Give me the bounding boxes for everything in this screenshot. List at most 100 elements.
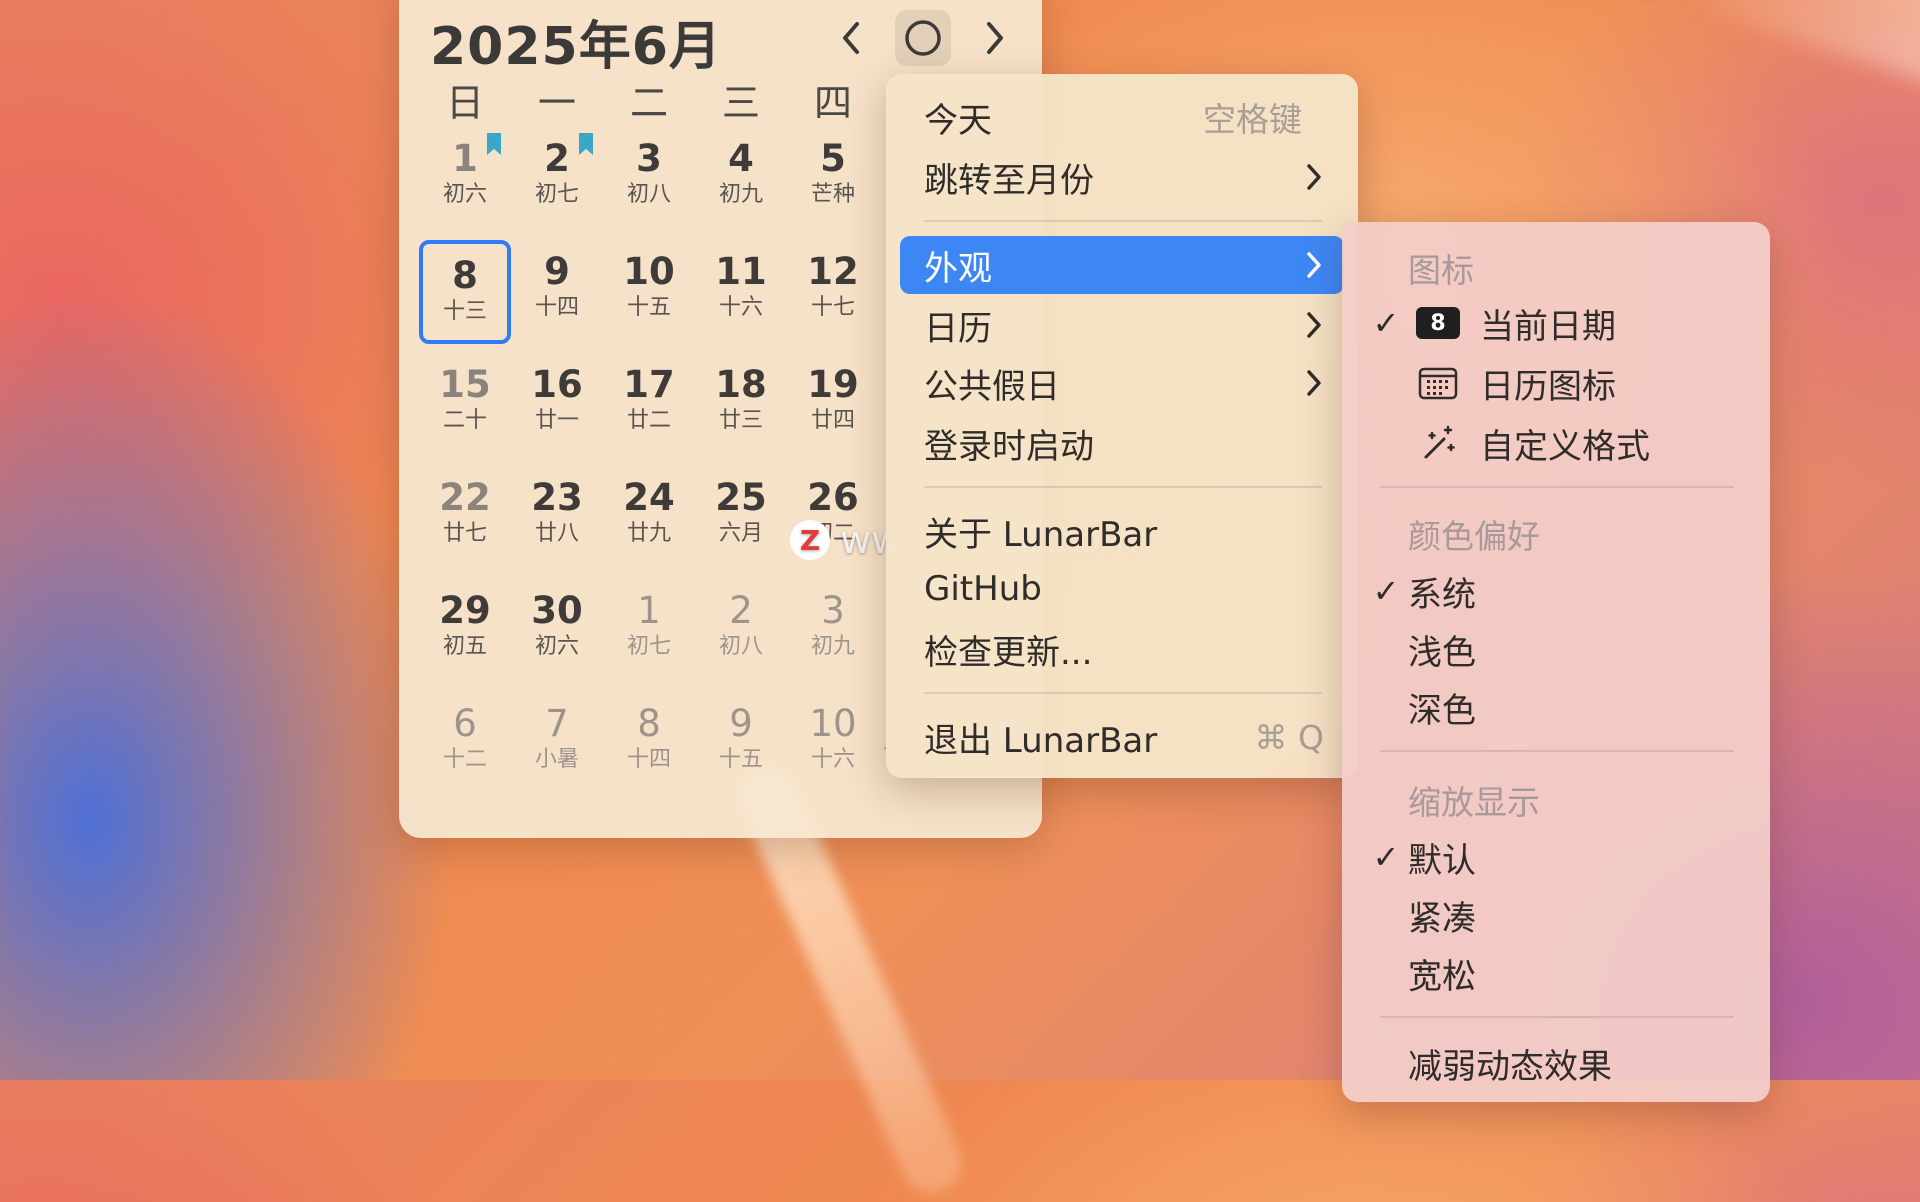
menu-item-appearance[interactable]: 外观: [900, 236, 1344, 294]
lunar-date: 十五: [718, 747, 763, 772]
section-header: 缩放显示: [1408, 783, 1540, 822]
lunar-date: 二十: [442, 408, 487, 433]
submenu-item-compact[interactable]: 紧凑: [1364, 886, 1754, 944]
day-number: 3: [636, 137, 662, 180]
menu-item-check-updates[interactable]: 检查更新...: [900, 620, 1344, 678]
chevron-right-icon: [987, 22, 1003, 54]
day-number: 7: [545, 702, 569, 745]
day-number: 25: [715, 476, 767, 519]
day-cell[interactable]: 10 十五: [603, 240, 695, 344]
weekday-label: 一: [537, 81, 576, 125]
day-number: 9: [544, 250, 570, 293]
submenu-item-label: 系统: [1408, 574, 1476, 615]
day-cell[interactable]: 3 初九: [787, 579, 879, 683]
lunar-date: 初六: [442, 182, 487, 207]
lunar-date: 初七: [626, 634, 671, 659]
submenu-item-calendar-icon[interactable]: 日历图标: [1364, 354, 1754, 412]
prev-month-button[interactable]: [823, 10, 879, 66]
day-cell-today[interactable]: 8 十三: [419, 240, 511, 344]
menu-item-calendar[interactable]: 日历: [900, 296, 1344, 354]
menu-item-label: 登录时启动: [924, 426, 1094, 467]
menu-separator: [1380, 486, 1734, 488]
lunar-date: 初五: [442, 634, 487, 659]
weekday-label: 四: [813, 81, 852, 125]
day-cell[interactable]: 2 初七: [511, 127, 603, 231]
day-cell[interactable]: 9 十四: [511, 240, 603, 344]
lunar-date: 六月: [718, 521, 763, 546]
day-cell[interactable]: 4 初九: [695, 127, 787, 231]
day-number: 5: [820, 137, 846, 180]
next-month-button[interactable]: [967, 10, 1023, 66]
day-cell[interactable]: 18 廿三: [695, 353, 787, 457]
day-cell[interactable]: 5 芒种: [787, 127, 879, 231]
day-cell[interactable]: 29 初五: [419, 579, 511, 683]
day-number: 22: [439, 476, 491, 519]
submenu-item-light[interactable]: 浅色: [1364, 620, 1754, 678]
menu-item-today[interactable]: 今天 空格键: [900, 88, 1344, 146]
day-cell[interactable]: 15 二十: [419, 353, 511, 457]
day-cell[interactable]: 1 初七: [603, 579, 695, 683]
submenu-item-default[interactable]: ✓ 默认: [1364, 828, 1754, 886]
day-cell[interactable]: 2 初八: [695, 579, 787, 683]
appearance-submenu: 图标 ✓ 8 当前日期 日历图标 自定义格式 颜色偏好 ✓ 系统 浅色 深色 缩…: [1342, 222, 1770, 1102]
day-number: 23: [531, 476, 583, 519]
day-cell[interactable]: 30 初六: [511, 579, 603, 683]
day-cell[interactable]: 25 六月: [695, 466, 787, 570]
day-cell[interactable]: 7 小暑: [511, 692, 603, 796]
lunar-date: 廿九: [626, 521, 671, 546]
day-cell[interactable]: 24 廿九: [603, 466, 695, 570]
submenu-item-loose[interactable]: 宽松: [1364, 944, 1754, 1002]
context-menu: 今天 空格键 跳转至月份 外观 日历 公共假日 登录时启动 关于 LunarBa…: [886, 74, 1358, 778]
submenu-item-system[interactable]: ✓ 系统: [1364, 562, 1754, 620]
menu-separator: [924, 220, 1322, 222]
menu-item-label: 今天: [924, 100, 992, 141]
day-cell[interactable]: 3 初八: [603, 127, 695, 231]
menu-item-launch-at-login[interactable]: 登录时启动: [900, 414, 1344, 472]
chevron-right-icon: [1307, 164, 1321, 190]
weekday-label: 三: [721, 81, 760, 125]
day-number: 19: [807, 363, 859, 406]
day-cell[interactable]: 16 廿一: [511, 353, 603, 457]
menu-item-label: 外观: [924, 248, 992, 289]
day-cell[interactable]: 8 十四: [603, 692, 695, 796]
day-cell[interactable]: 23 廿八: [511, 466, 603, 570]
menu-item-jump-month[interactable]: 跳转至月份: [900, 148, 1344, 206]
menu-item-about[interactable]: 关于 LunarBar: [900, 502, 1344, 560]
day-cell[interactable]: 12 十七: [787, 240, 879, 344]
day-number: 8: [637, 702, 661, 745]
menu-item-label: 跳转至月份: [924, 160, 1094, 201]
day-number: 11: [715, 250, 767, 293]
shortcut-label: ⌘ Q: [1254, 717, 1324, 757]
submenu-item-dark[interactable]: 深色: [1364, 678, 1754, 736]
lunar-date: 初八: [626, 182, 671, 207]
day-cell[interactable]: 1 初六: [419, 127, 511, 231]
day-cell[interactable]: 22 廿七: [419, 466, 511, 570]
day-number: 15: [439, 363, 491, 406]
day-cell[interactable]: 17 廿二: [603, 353, 695, 457]
day-cell[interactable]: 9 十五: [695, 692, 787, 796]
submenu-item-custom-format[interactable]: 自定义格式: [1364, 414, 1754, 472]
day-number: 6: [453, 702, 477, 745]
submenu-item-current-date[interactable]: ✓ 8 当前日期: [1364, 294, 1754, 352]
day-number: 4: [728, 137, 754, 180]
calendar-icon: [1408, 366, 1468, 400]
checkmark-icon: ✓: [1372, 304, 1400, 342]
menu-item-quit[interactable]: 退出 LunarBar ⌘ Q: [900, 708, 1344, 766]
lunar-date: 十三: [442, 299, 487, 324]
submenu-item-reduce-motion[interactable]: 减弱动态效果: [1364, 1034, 1754, 1092]
menu-item-github[interactable]: GitHub: [900, 560, 1344, 618]
chevron-right-icon: [1307, 312, 1321, 338]
day-number: 26: [807, 476, 859, 519]
day-number: 3: [821, 589, 845, 632]
day-number: 2: [729, 589, 753, 632]
lunar-date: 廿四: [810, 408, 855, 433]
lunar-date: 十六: [718, 295, 763, 320]
menu-item-public-holidays[interactable]: 公共假日: [900, 354, 1344, 412]
menu-separator: [1380, 750, 1734, 752]
menu-item-label: 日历: [924, 308, 992, 349]
day-cell[interactable]: 19 廿四: [787, 353, 879, 457]
lunar-date: 廿八: [534, 521, 579, 546]
day-cell[interactable]: 11 十六: [695, 240, 787, 344]
day-cell[interactable]: 6 十二: [419, 692, 511, 796]
today-button[interactable]: [895, 10, 951, 66]
